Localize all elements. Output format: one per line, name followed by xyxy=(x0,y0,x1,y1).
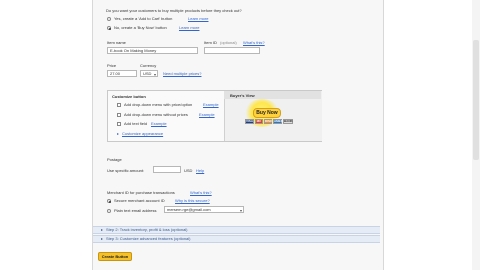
scrollbar-thumb[interactable] xyxy=(473,40,479,160)
visa-card-icon: VISA xyxy=(245,119,254,124)
bank-card-icon: BANK xyxy=(283,119,293,124)
chevron-down-icon: ▾ xyxy=(239,208,242,213)
multiple-prices-link[interactable]: Need multiple prices? xyxy=(163,71,201,76)
item-id-input[interactable] xyxy=(204,47,260,54)
left-margin xyxy=(0,0,86,270)
step3-label[interactable]: Step 3: Customize advanced features (opt… xyxy=(106,236,191,241)
email-select[interactable]: mersem.rge@gmail.com ▾ xyxy=(164,206,244,213)
email-value: mersem.rge@gmail.com xyxy=(167,207,211,212)
postage-currency: USD xyxy=(184,168,193,173)
amex-card-icon: AMEX xyxy=(273,119,283,124)
merchant-whats-this-link[interactable]: What's this? xyxy=(190,190,212,195)
postage-amount-input[interactable] xyxy=(153,166,181,173)
step2-label[interactable]: Step 2: Track inventory, profit & loss (… xyxy=(106,227,188,232)
checkbox-dropdown-price[interactable] xyxy=(117,103,121,107)
postage-help-link[interactable]: Help xyxy=(196,168,204,173)
item-id-label: Item ID xyxy=(204,40,217,45)
triangle-right-icon: ▸ xyxy=(117,131,120,136)
example-link-1[interactable]: Example xyxy=(203,102,219,107)
text-field-label: Add text field xyxy=(124,121,148,126)
item-name-input[interactable]: E-book On Making Money xyxy=(107,47,198,54)
dropdown-noprice-label: Add drop-down menu without prices xyxy=(124,112,188,117)
buy-now-preview-button: Buy Now xyxy=(253,108,281,118)
customize-title: Customize button xyxy=(112,94,146,99)
example-link-3[interactable]: Example xyxy=(151,121,167,126)
checkbox-text-field[interactable] xyxy=(117,122,121,126)
buyers-view-title: Buyer's View xyxy=(230,93,255,98)
item-name-label: Item name xyxy=(107,40,126,45)
chevron-down-icon: ▾ xyxy=(153,72,156,77)
radio-buy-now[interactable] xyxy=(107,26,111,30)
plain-email-label: Plain text email address xyxy=(114,208,157,213)
item-id-optional: (optional) xyxy=(220,40,237,45)
radio-buy-now-label: No, create a 'Buy Now' button xyxy=(114,25,167,30)
currency-select[interactable]: USD ▾ xyxy=(140,70,158,77)
postage-label: Postage xyxy=(107,157,122,162)
merchant-id-label: Merchant ID for purchase transactions xyxy=(107,190,175,195)
secure-merchant-label: Secure merchant account ID xyxy=(114,198,165,203)
multi-product-question: Do you want your customers to buy multip… xyxy=(106,8,242,13)
postage-specific-label: Use specific amount: xyxy=(107,168,145,173)
learn-more-link-2[interactable]: Learn more xyxy=(179,25,199,30)
example-link-2[interactable]: Example xyxy=(199,112,215,117)
dropdown-price-label: Add drop-down menu with price/option xyxy=(124,102,193,107)
radio-add-to-cart-label: Yes, create a 'Add to Cart' button xyxy=(114,16,173,21)
customize-appearance-link[interactable]: Customize appearance xyxy=(122,131,163,136)
create-button[interactable]: Create Button xyxy=(98,252,132,261)
discover-card-icon: DISC xyxy=(264,119,273,124)
currency-label: Currency xyxy=(140,63,157,68)
radio-plain-email[interactable] xyxy=(107,209,111,213)
price-input[interactable]: 27.00 xyxy=(107,70,137,77)
why-secure-link[interactable]: Why is this secure? xyxy=(175,198,210,203)
expand-arrow-icon: ▸ xyxy=(101,236,104,241)
price-label: Price xyxy=(107,63,117,68)
checkbox-dropdown-noprice[interactable] xyxy=(117,113,121,117)
item-whats-this-link[interactable]: What's this? xyxy=(243,40,265,45)
radio-add-to-cart[interactable] xyxy=(107,17,111,21)
radio-secure-merchant[interactable] xyxy=(107,199,111,203)
expand-arrow-icon: ▸ xyxy=(101,227,104,232)
mastercard-icon: MC xyxy=(255,119,263,124)
currency-value: USD xyxy=(143,71,152,76)
learn-more-link-1[interactable]: Learn more xyxy=(188,16,208,21)
